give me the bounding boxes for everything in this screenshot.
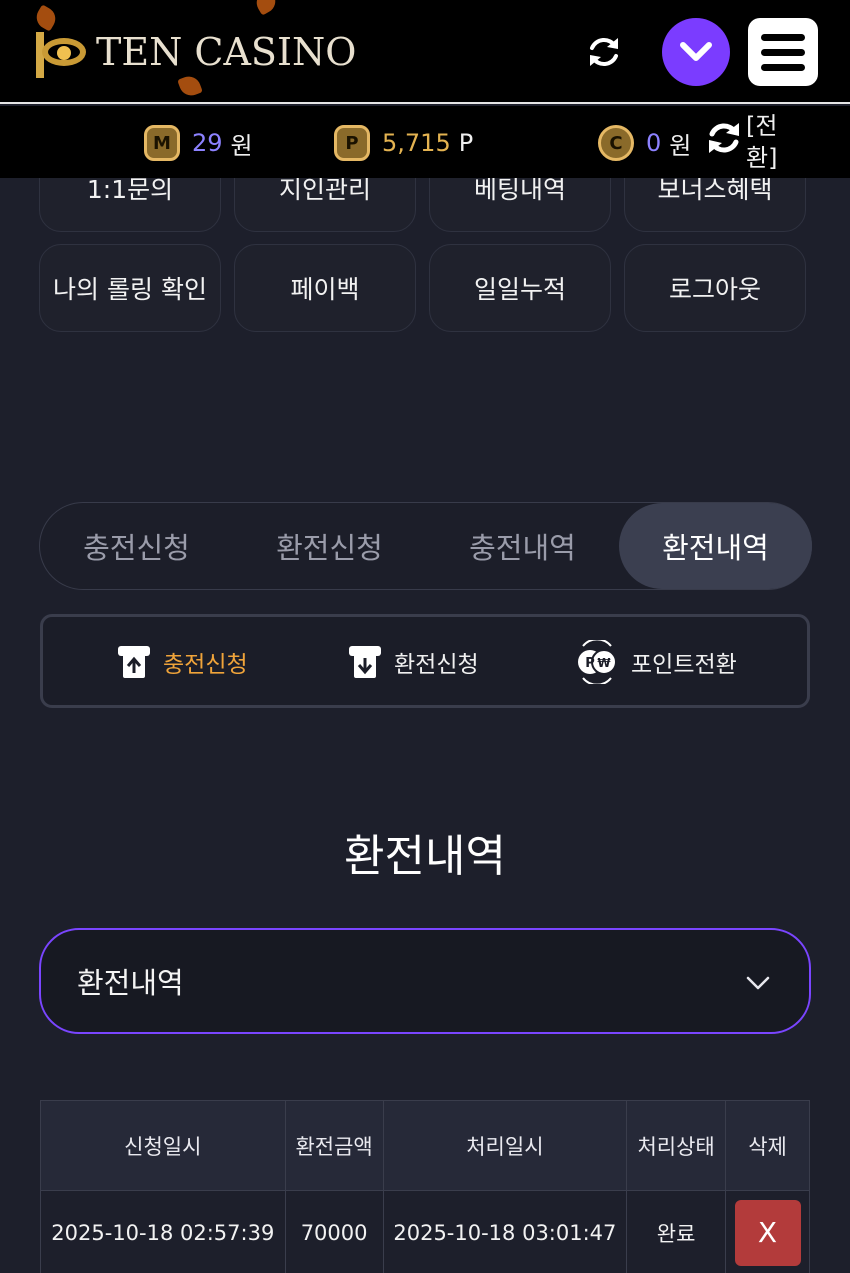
page-title: 환전내역 — [344, 831, 506, 882]
cell-delete: X — [725, 1190, 810, 1273]
tab-deposit-request[interactable]: 충전신청 — [40, 503, 233, 589]
subnav-deposit[interactable]: 충전신청 — [117, 637, 248, 687]
withdraw-history-table: 신청일시 환전금액 처리일시 처리상태 삭제 2025-10-18 02:57:… — [40, 1100, 810, 1273]
history-tabs: 충전신청 환전신청 충전내역 환전내역 — [39, 502, 812, 590]
subnav-point-convert[interactable]: P ₩ 포인트전환 — [575, 637, 737, 687]
select-value: 환전내역 — [77, 966, 184, 1000]
col-delete: 삭제 — [725, 1100, 810, 1191]
logo-text: TEN CASINO — [96, 30, 357, 74]
logo-mark-icon — [30, 24, 94, 80]
col-request-time: 신청일시 — [40, 1100, 286, 1191]
menu-logout[interactable]: 로그아웃 — [624, 244, 806, 332]
svg-text:P: P — [585, 656, 595, 671]
hamburger-menu-icon — [761, 33, 805, 41]
refresh-icon — [590, 38, 618, 66]
menu-payback[interactable]: 페이백 — [234, 244, 416, 332]
top-header: TEN CASINO — [0, 0, 850, 104]
point-convert-icon: P ₩ — [578, 640, 617, 684]
tab-withdraw-request[interactable]: 환전신청 — [233, 503, 426, 589]
cell-amount: 70000 — [284, 1190, 384, 1273]
leaf-decoration — [252, 0, 280, 16]
svg-text:₩: ₩ — [597, 656, 611, 670]
atm-withdraw-icon — [349, 646, 381, 678]
tab-deposit-history[interactable]: 충전내역 — [426, 503, 619, 589]
col-status: 처리상태 — [626, 1100, 727, 1191]
history-type-select[interactable]: 환전내역 — [39, 928, 811, 1034]
chevron-down-icon — [746, 976, 770, 990]
logo[interactable]: TEN CASINO — [30, 20, 356, 84]
table-row: 2025-10-18 02:57:39 70000 2025-10-18 03:… — [40, 1190, 810, 1273]
col-processed-time: 처리일시 — [382, 1100, 628, 1191]
subnav-point-convert-label: 포인트전환 — [631, 652, 737, 678]
cell-request-time: 2025-10-18 02:57:39 — [40, 1190, 286, 1273]
dropdown-button[interactable] — [662, 18, 730, 86]
refresh-button[interactable] — [580, 28, 628, 76]
subnav-withdraw-label: 환전신청 — [394, 652, 479, 678]
atm-deposit-icon — [118, 646, 150, 678]
tab-withdraw-history[interactable]: 환전내역 — [619, 503, 812, 589]
delete-button[interactable]: X — [734, 1199, 801, 1266]
col-amount: 환전금액 — [284, 1100, 384, 1191]
subnav-withdraw[interactable]: 환전신청 — [348, 637, 479, 687]
subnav-deposit-label: 충전신청 — [163, 652, 248, 678]
chevron-down-icon — [680, 42, 712, 61]
menu-rolling[interactable]: 나의 롤링 확인 — [39, 244, 221, 332]
menu-daily[interactable]: 일일누적 — [429, 244, 611, 332]
sub-navigation: 충전신청 환전신청 P ₩ 포인트전환 — [40, 614, 810, 708]
hamburger-menu-button[interactable] — [748, 18, 818, 86]
balance-bar-overlay — [0, 106, 850, 178]
table-header-row: 신청일시 환전금액 처리일시 처리상태 삭제 — [40, 1100, 810, 1191]
cell-status: 완료 — [626, 1190, 727, 1273]
cell-processed-time: 2025-10-18 03:01:47 — [382, 1190, 628, 1273]
